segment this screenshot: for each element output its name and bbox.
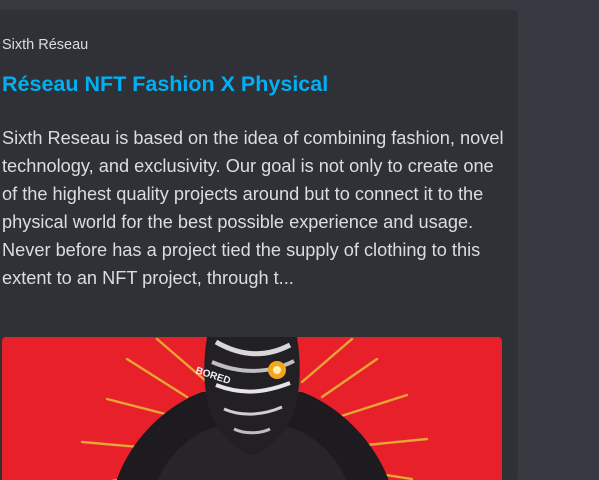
embed-thumbnail-image[interactable]: BORED: [2, 337, 502, 480]
previous-message-link-fragment[interactable]: [0, 0, 300, 2]
link-embed: Sixth Réseau Réseau NFT Fashion X Physic…: [0, 10, 518, 480]
embed-provider[interactable]: Sixth Réseau: [2, 36, 88, 54]
embed-description: Sixth Reseau is based on the idea of com…: [2, 128, 504, 288]
embed-title-link[interactable]: Réseau NFT Fashion X Physical: [2, 71, 328, 97]
nft-character-illustration: BORED: [80, 337, 429, 480]
